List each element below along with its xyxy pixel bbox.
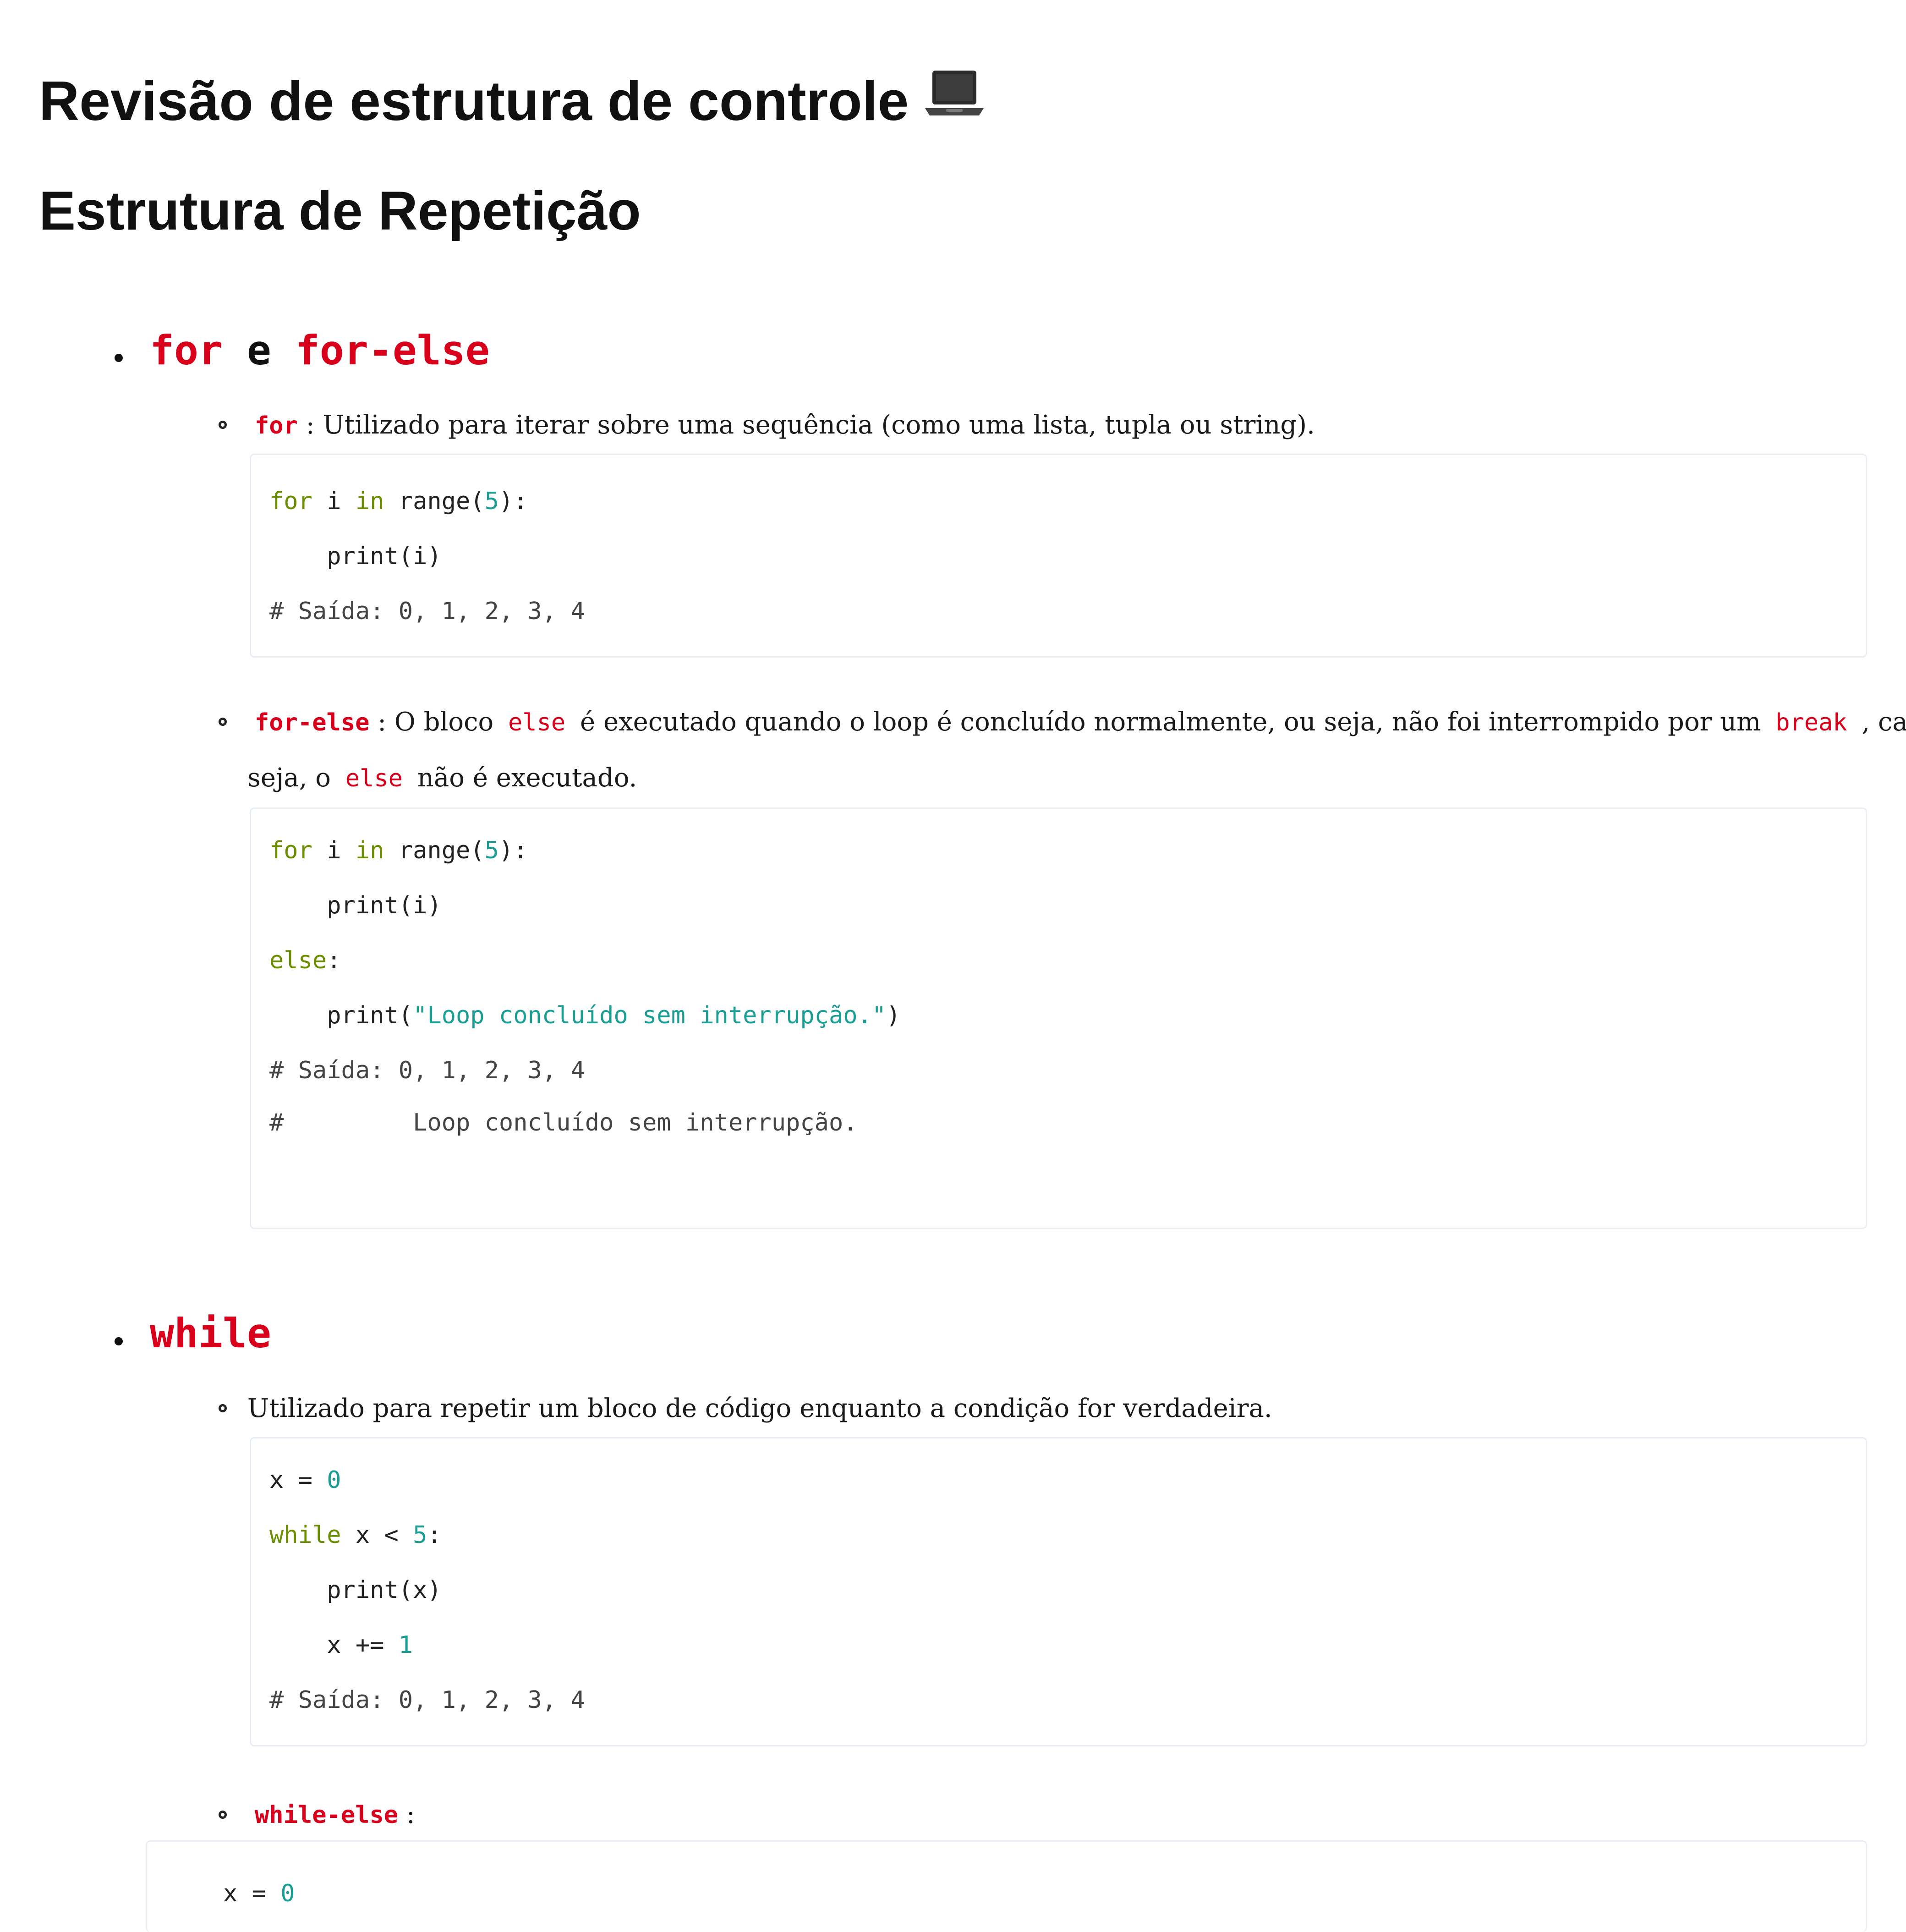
description-text: é executado quando o loop é concluído no… <box>572 707 1769 737</box>
code-token: x += <box>269 1631 399 1659</box>
code-line: else: <box>269 944 341 977</box>
code-token: range( <box>384 488 485 515</box>
for-keyword: for <box>150 327 223 374</box>
list-bullet <box>115 354 123 362</box>
code-token: : <box>427 1521 442 1549</box>
for-else-keyword: for-else <box>295 327 490 374</box>
code-token: 5 <box>484 488 499 515</box>
heading-separator: e <box>222 327 296 374</box>
page: Revisão de estrutura de controle Estrutu… <box>0 0 1906 1932</box>
code-line: for i in range(5): <box>269 834 528 867</box>
code-comment: # Saída: 0, 1, 2, 3, 4 <box>269 1686 585 1714</box>
code-line: while x < 5: <box>269 1519 442 1551</box>
for-section-heading: for e for-else <box>150 323 490 378</box>
code-string: "Loop concluído sem interrupção." <box>413 1002 887 1029</box>
while-else-inline-keyword: while-else <box>255 1801 399 1829</box>
code-token: 0 <box>327 1466 341 1494</box>
inline-code-break: break <box>1775 709 1847 736</box>
code-token: for <box>269 488 312 515</box>
for-description: for : Utilizado para iterar sobre uma se… <box>255 407 1315 444</box>
code-token: ) <box>886 1002 901 1029</box>
for-else-inline-keyword: for-else <box>255 709 370 736</box>
code-line: print("Loop concluído sem interrupção.") <box>269 999 901 1032</box>
code-token: 5 <box>413 1521 427 1549</box>
code-line: print(i) <box>269 892 442 919</box>
code-token: else <box>269 947 327 974</box>
description-text: : O bloco <box>369 707 502 737</box>
code-token: x = <box>269 1466 327 1494</box>
for-else-description: for-else : O bloco else é executado quan… <box>255 704 1906 741</box>
for-description-text: : Utilizado para iterar sobre uma sequên… <box>297 410 1315 440</box>
code-block-for-else: for i in range(5): print(i) else: print(… <box>250 807 1867 1229</box>
code-token: ): <box>498 837 528 864</box>
code-comment: # Saída: 0, 1, 2, 3, 4 <box>269 1057 585 1084</box>
description-text: : <box>398 1800 415 1829</box>
code-token: for <box>269 837 312 864</box>
code-token: : <box>327 947 341 974</box>
code-token: 5 <box>484 837 499 864</box>
code-block-for: for i in range(5): print(i) # Saída: 0, … <box>250 454 1867 658</box>
page-title: Revisão de estrutura de controle <box>39 64 986 142</box>
sublist-bullet <box>219 1404 227 1412</box>
sublist-bullet <box>219 718 227 726</box>
description-text: não é executado. <box>409 763 637 793</box>
while-section-heading: while <box>150 1310 271 1357</box>
for-inline-keyword: for <box>255 412 298 439</box>
code-token: ): <box>498 488 528 515</box>
page-title-text: Revisão de estrutura de controle <box>39 70 909 132</box>
code-token: range( <box>384 837 485 864</box>
code-token: x < <box>341 1521 413 1549</box>
code-line: x += 1 <box>269 1629 413 1661</box>
code-token: in <box>355 488 384 515</box>
list-bullet <box>115 1337 123 1345</box>
code-comment: # Saída: 0, 1, 2, 3, 4 <box>269 598 585 625</box>
while-else-description: while-else : <box>255 1796 415 1833</box>
sublist-bullet <box>219 421 227 429</box>
code-token: in <box>355 837 384 864</box>
sublist-bullet <box>219 1811 227 1819</box>
section-heading: Estrutura de Repetição <box>39 180 641 242</box>
code-token: i <box>312 837 356 864</box>
for-else-description-cont: seja, o else não é executado. <box>247 760 637 797</box>
code-line: for i in range(5): <box>269 485 528 517</box>
code-line: x = 0 <box>269 1464 341 1496</box>
inline-code-else: else <box>508 709 566 736</box>
code-block-while: x = 0 while x < 5: print(x) x += 1 # Saí… <box>250 1437 1867 1746</box>
code-token: i <box>312 488 356 515</box>
code-comment: # Loop concluído sem interrupção. <box>269 1109 858 1136</box>
code-line: print(i) <box>269 543 442 570</box>
description-text: , caso <box>1862 707 1906 737</box>
code-token: 0 <box>280 1880 295 1907</box>
code-line: print(x) <box>269 1576 442 1604</box>
code-line: x = 0 <box>223 1877 295 1910</box>
laptop-icon <box>922 65 986 138</box>
code-block-while-else: x = 0 <box>146 1840 1867 1932</box>
code-token: 1 <box>398 1631 413 1659</box>
inline-code-else: else <box>345 765 403 792</box>
while-description: Utilizado para repetir um bloco de códig… <box>247 1394 1272 1423</box>
code-token: print( <box>269 1002 413 1029</box>
description-text: seja, o <box>247 763 339 793</box>
code-token: while <box>269 1521 341 1549</box>
code-token: x = <box>223 1880 281 1907</box>
